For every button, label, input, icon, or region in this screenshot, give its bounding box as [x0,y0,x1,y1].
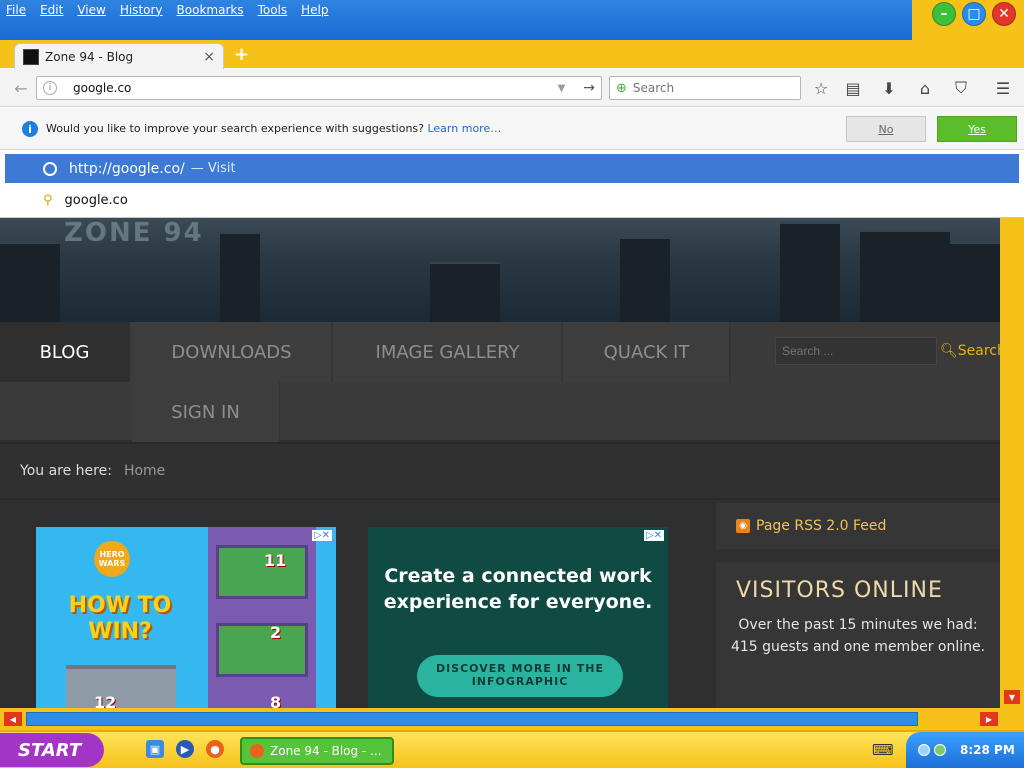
ad-choices-icon[interactable]: ▷✕ [311,530,332,541]
firefox-icon[interactable]: ● [206,740,224,758]
security-icon[interactable] [934,744,946,756]
menu-bar: File Edit View History Bookmarks Tools H… [0,0,1024,17]
floor-number: 2 [270,623,282,642]
ad-choices-icon[interactable]: ▷✕ [643,530,664,541]
site-favicon-icon [23,48,39,65]
taskbar-firefox-window[interactable]: Zone 94 - Blog - ... [240,737,394,765]
yes-button[interactable]: Yes [937,116,1017,142]
tab-zone94-blog[interactable]: Zone 94 - Blog × [14,43,224,69]
search-input[interactable] [632,81,783,95]
window-titlebar: File Edit View History Bookmarks Tools H… [0,0,1024,40]
url-input[interactable] [73,81,558,95]
visitors-text: Over the past 15 minutes we had: 415 gue… [730,617,986,655]
url-bar[interactable]: i ▼ → [36,76,602,100]
site-logo[interactable]: ZONE 94 [64,218,204,248]
tab-title: Zone 94 - Blog [45,49,134,64]
learn-more-link[interactable]: Learn more… [427,122,501,135]
search-bar[interactable]: ⊕ [609,76,801,100]
menu-view[interactable]: View [77,3,105,17]
menu-file[interactable]: File [6,3,26,17]
rss-feed-link[interactable]: ◉ Page RSS 2.0 Feed [716,503,1000,549]
start-button[interactable]: START [0,733,104,767]
keyboard-icon[interactable]: ⌨ [872,741,894,759]
no-button[interactable]: No [846,116,926,142]
close-window-button[interactable]: ✕ [992,2,1016,26]
home-icon[interactable]: ⌂ [912,76,938,100]
castle-graphic [66,665,176,708]
vertical-scrollbar[interactable]: ▼ [1000,218,1024,708]
hero-wars-badge: HERO WARS [94,541,130,577]
menu-bookmarks[interactable]: Bookmarks [177,3,244,17]
info-icon: i [22,121,38,137]
scroll-left-arrow-icon[interactable]: ◀ [4,712,22,726]
maximize-button[interactable]: □ [962,2,986,26]
new-tab-button[interactable]: + [234,44,249,65]
network-icon[interactable] [918,744,930,756]
suggestion-question-text: Would you like to improve your search ex… [46,122,424,135]
tower-floor [216,623,308,677]
breadcrumb-label: You are here: [20,463,112,479]
system-tray: 8:28 PM [906,732,1024,768]
site-search-button-label: Search [957,343,1000,359]
ad-headline: HOW TO WIN? [68,593,172,644]
nav-sign-in[interactable]: SIGN IN [132,382,280,442]
back-button[interactable]: ← [10,77,32,99]
menu-history[interactable]: History [120,3,163,17]
show-desktop-icon[interactable]: ▣ [146,740,164,758]
clock[interactable]: 8:28 PM [960,743,1015,757]
autocomplete-search-row[interactable]: ⚲ google.co [5,186,1019,214]
scroll-down-arrow-icon[interactable]: ▼ [1004,690,1020,704]
infographic-ad[interactable]: Create a connected work experience for e… [368,527,668,708]
hero-wars-ad[interactable]: HERO WARS HOW TO WIN? 11 2 12 8 ▷✕ [36,527,336,708]
rss-label: Page RSS 2.0 Feed [756,518,887,534]
media-player-icon[interactable]: ▶ [176,740,194,758]
reading-list-icon[interactable]: ▤ [840,76,866,100]
floor-number: 8 [270,693,282,708]
window-controls: – □ ✕ [932,2,1016,26]
site-search-button[interactable]: 🔍︎ Search [940,337,1000,365]
rss-icon: ◉ [736,519,750,533]
minimize-button[interactable]: – [932,2,956,26]
bookmark-star-icon[interactable]: ☆ [808,76,834,100]
nav-blog[interactable]: BLOG [0,322,130,382]
suggestion-question: Would you like to improve your search ex… [46,122,501,135]
visit-url: http://google.co/ [69,160,185,177]
nav-quack-it[interactable]: QUACK IT [564,322,730,382]
floor-number: 11 [264,551,287,570]
hamburger-menu-icon[interactable]: ☰ [990,76,1016,100]
taskbar-task-label: Zone 94 - Blog - ... [270,744,382,758]
nav-image-gallery[interactable]: IMAGE GALLERY [334,322,562,382]
nav-downloads[interactable]: DOWNLOADS [132,322,332,382]
search-term: google.co [64,192,128,208]
autocomplete-visit-row[interactable]: http://google.co/ — Visit [5,154,1019,183]
discover-more-button[interactable]: DISCOVER MORE IN THE INFOGRAPHIC [417,655,623,697]
horizontal-scrollbar[interactable]: ◀ ▶ [0,708,1024,730]
downloads-icon[interactable]: ⬇ [876,76,902,100]
tower-floor [216,545,308,599]
visit-label: — Visit [190,161,236,176]
breadcrumb-home[interactable]: Home [124,463,165,479]
menu-edit[interactable]: Edit [40,3,63,17]
visitors-title: VISITORS ONLINE [736,578,943,603]
search-icon: 🔍︎ [940,343,958,359]
site-info-icon[interactable]: i [43,81,57,95]
scroll-right-arrow-icon[interactable]: ▶ [980,712,998,726]
firefox-icon [250,744,264,758]
visitors-online-module: VISITORS ONLINE Over the past 15 minutes… [716,562,1000,708]
menu-help[interactable]: Help [301,3,328,17]
tab-close-icon[interactable]: × [203,49,215,65]
search-magnifier-icon: ⚲ [43,192,53,208]
menu-tools[interactable]: Tools [258,3,288,17]
horizontal-scroll-thumb[interactable] [26,712,918,726]
site-search-input[interactable] [775,337,937,365]
globe-icon [43,161,57,176]
ad-headline: Create a connected work experience for e… [383,565,653,613]
floor-number: 12 [94,693,117,708]
breadcrumb: You are here: Home [0,444,1000,498]
url-dropdown-icon[interactable]: ▼ [558,83,566,94]
search-engine-icon[interactable]: ⊕ [616,81,627,96]
pocket-icon[interactable]: ⛉ [948,76,974,100]
go-arrow-icon[interactable]: → [583,80,595,96]
